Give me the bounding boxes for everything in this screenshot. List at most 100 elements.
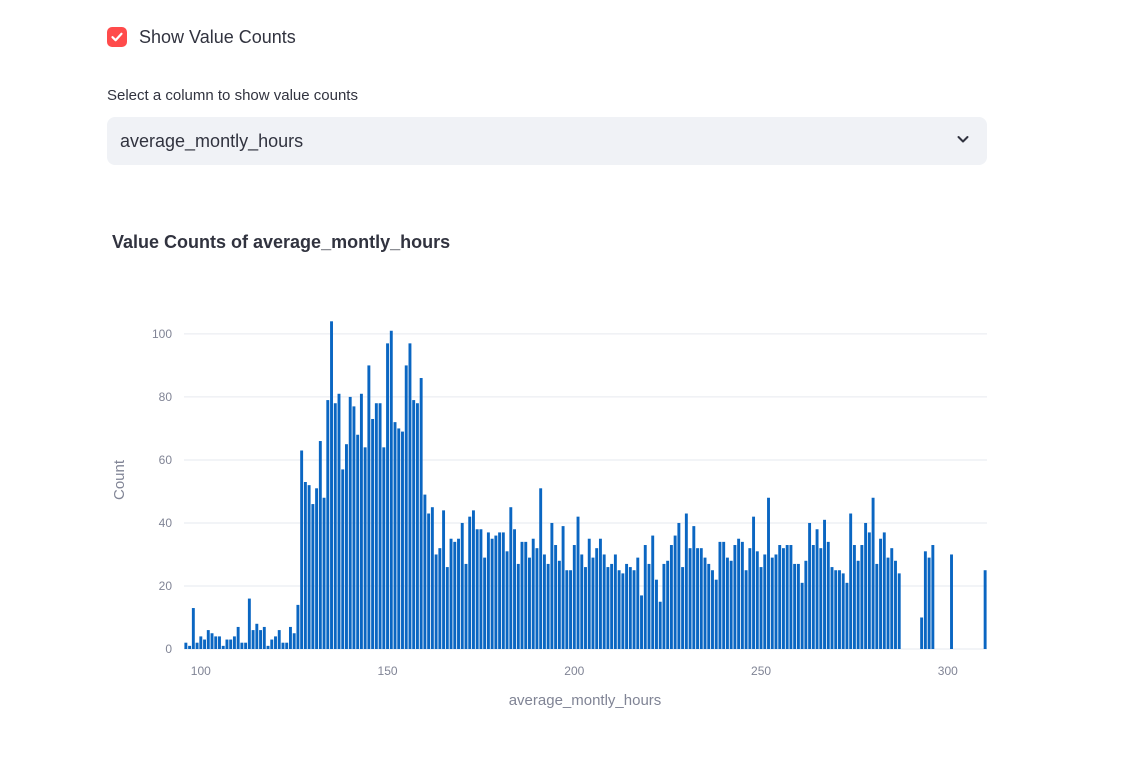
bar xyxy=(288,626,292,649)
show-value-counts-checkbox[interactable]: Show Value Counts xyxy=(107,25,296,49)
x-axis-label: average_montly_hours xyxy=(509,692,662,709)
select-value: average_montly_hours xyxy=(120,130,304,151)
bar xyxy=(617,570,621,649)
checkbox-checked-icon[interactable] xyxy=(107,27,127,47)
chart-title: Value Counts of average_montly_hours xyxy=(112,232,450,252)
bar xyxy=(781,548,785,649)
bar xyxy=(542,554,546,649)
bar xyxy=(729,560,733,649)
bar xyxy=(266,645,270,649)
bar xyxy=(397,428,401,649)
bar xyxy=(808,522,812,649)
bar xyxy=(662,563,666,649)
bar xyxy=(856,560,860,649)
bar xyxy=(923,551,927,649)
value-counts-chart: Value Counts of average_montly_hours 0 20… xyxy=(0,200,1128,760)
bar xyxy=(879,538,883,649)
bar xyxy=(479,529,483,649)
bar xyxy=(460,522,464,649)
bar xyxy=(677,522,681,649)
bar xyxy=(191,608,195,649)
bar xyxy=(793,563,797,649)
bar xyxy=(811,545,815,649)
bar xyxy=(277,630,281,649)
chevron-down-icon[interactable] xyxy=(955,131,971,152)
bar xyxy=(404,365,408,649)
bar xyxy=(539,488,543,649)
bar xyxy=(894,560,897,649)
bar xyxy=(897,573,901,649)
x-tick-label: 150 xyxy=(378,664,398,678)
x-tick-label: 200 xyxy=(564,664,584,678)
bar xyxy=(374,403,378,649)
bar xyxy=(886,557,890,649)
bar xyxy=(356,434,360,649)
select-label: Select a column to show value counts xyxy=(107,87,358,104)
bar xyxy=(744,570,748,649)
bar xyxy=(584,567,587,649)
bar xyxy=(472,510,475,649)
bar xyxy=(528,557,531,649)
bar xyxy=(830,567,834,649)
bar xyxy=(423,494,427,649)
bar xyxy=(393,422,397,649)
bar xyxy=(206,630,210,649)
bar xyxy=(322,497,326,649)
bar xyxy=(188,645,192,649)
y-tick-label: 100 xyxy=(152,327,172,341)
bar xyxy=(849,513,853,649)
bar xyxy=(733,545,737,649)
bar xyxy=(494,535,498,649)
bar xyxy=(412,400,416,649)
bar xyxy=(509,507,513,649)
bar xyxy=(490,538,494,649)
bar xyxy=(262,626,266,649)
bar xyxy=(759,567,763,649)
bar xyxy=(251,630,255,649)
chart-svg: Value Counts of average_montly_hours 0 20… xyxy=(111,232,987,709)
bar xyxy=(800,582,804,649)
bar xyxy=(711,570,714,649)
bar xyxy=(270,639,274,649)
bar xyxy=(505,551,509,649)
bar xyxy=(281,642,285,649)
bar xyxy=(371,418,375,649)
bar xyxy=(247,598,251,649)
bar xyxy=(225,639,229,649)
column-select[interactable]: average_montly_hours xyxy=(107,117,987,165)
y-tick-label: 0 xyxy=(165,642,172,656)
bar xyxy=(535,548,539,649)
bar xyxy=(408,343,412,649)
bar xyxy=(326,400,330,649)
y-tick-label: 40 xyxy=(159,516,173,530)
y-axis-label: Count xyxy=(111,459,128,500)
bar xyxy=(864,522,868,649)
bar xyxy=(882,532,886,649)
bar xyxy=(767,497,770,649)
bar xyxy=(815,529,819,649)
bar xyxy=(823,519,826,649)
bar xyxy=(983,570,987,649)
checkbox-label: Show Value Counts xyxy=(139,26,296,47)
bar xyxy=(796,563,800,649)
bar xyxy=(748,548,752,649)
bar xyxy=(673,535,677,649)
bar xyxy=(296,604,300,649)
bar xyxy=(684,513,688,649)
bar xyxy=(352,406,356,649)
bar xyxy=(367,365,371,649)
bar xyxy=(714,579,718,649)
bar xyxy=(292,633,296,649)
bar xyxy=(576,516,580,649)
bar xyxy=(524,541,528,649)
bar xyxy=(214,636,218,649)
bar xyxy=(221,645,225,649)
bar xyxy=(852,545,856,649)
x-tick-label: 300 xyxy=(938,664,958,678)
bar xyxy=(389,330,393,649)
bar xyxy=(274,636,277,649)
bar xyxy=(785,545,789,649)
bar xyxy=(457,538,460,649)
bar xyxy=(770,557,774,649)
bar xyxy=(598,538,602,649)
